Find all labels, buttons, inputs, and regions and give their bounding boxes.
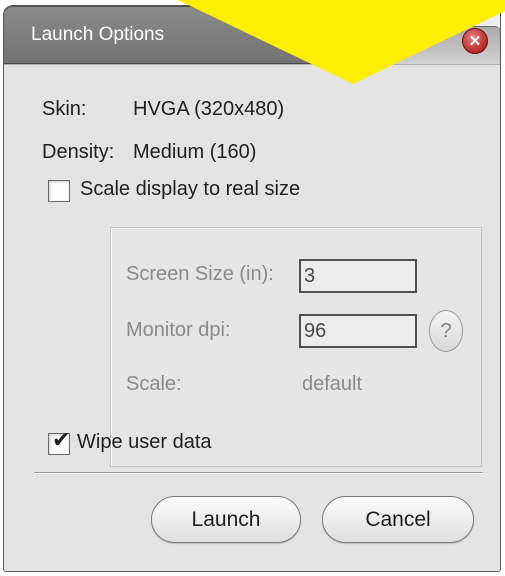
monitor-dpi-input[interactable]: 96: [299, 314, 417, 348]
yellow-banner-overlay: [178, 0, 505, 84]
density-label: Density:: [42, 141, 115, 163]
launch-options-dialog: Launch Options ✕ Skin: HVGA (320x480) De…: [3, 5, 501, 572]
screen-size-input[interactable]: 3: [299, 259, 417, 293]
question-mark-icon: ?: [440, 319, 452, 342]
skin-value: HVGA (320x480): [133, 98, 285, 120]
screen-size-label: Screen Size (in):: [126, 263, 274, 285]
scale-display-checkbox[interactable]: [48, 180, 70, 202]
cancel-button[interactable]: Cancel: [322, 496, 474, 543]
scale-value: default: [302, 373, 363, 395]
scale-label: Scale:: [126, 373, 182, 395]
dpi-help-button[interactable]: ?: [429, 310, 463, 352]
skin-label: Skin:: [42, 98, 87, 120]
checkmark-icon: ✔: [52, 427, 71, 452]
wipe-user-data-label[interactable]: Wipe user data: [77, 431, 212, 454]
scale-display-label[interactable]: Scale display to real size: [80, 178, 300, 201]
density-value: Medium (160): [133, 141, 257, 163]
wipe-user-data-checkbox[interactable]: ✔: [48, 429, 70, 455]
separator: [34, 472, 483, 474]
window-title: Launch Options: [31, 24, 165, 45]
launch-button[interactable]: Launch: [151, 496, 301, 543]
dialog-content: Skin: HVGA (320x480) Density: Medium (16…: [4, 64, 500, 571]
monitor-dpi-label: Monitor dpi:: [126, 319, 231, 341]
